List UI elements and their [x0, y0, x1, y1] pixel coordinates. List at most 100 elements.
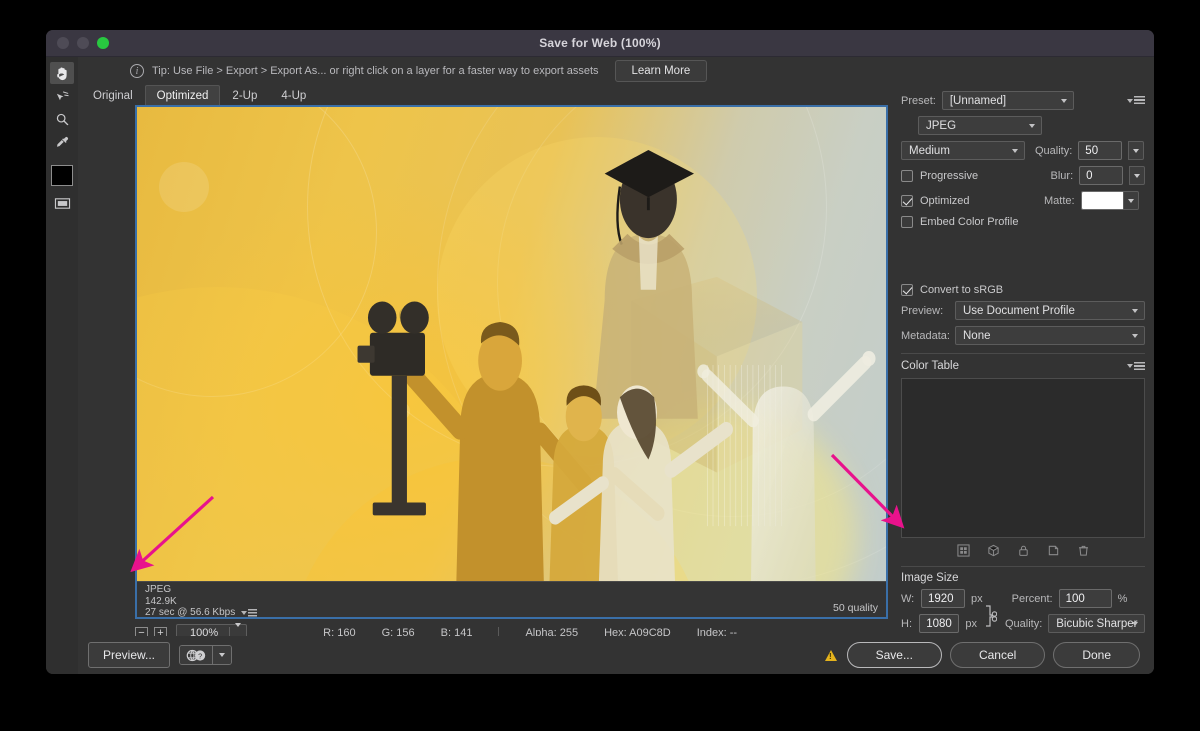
preview-button[interactable]: Preview...	[88, 642, 171, 668]
color-table-menu-icon[interactable]	[1127, 361, 1145, 371]
preview-browser-select[interactable]: ?	[179, 645, 233, 665]
preview-profile-select[interactable]: Use Document Profile	[955, 301, 1145, 320]
delete-color-icon[interactable]	[1077, 544, 1090, 560]
download-speed-menu-icon[interactable]	[241, 608, 258, 617]
foreground-color-swatch[interactable]	[51, 165, 73, 186]
height-label: H:	[901, 617, 912, 630]
toolbox-divider	[46, 154, 78, 162]
preset-select[interactable]: [Unnamed]	[941, 91, 1074, 110]
preview-profile-row: Preview: Use Document Profile	[901, 301, 1145, 320]
done-button[interactable]: Done	[1053, 642, 1140, 668]
width-unit: px	[971, 592, 983, 605]
tab-original[interactable]: Original	[81, 85, 145, 105]
slice-select-icon	[56, 90, 69, 100]
matte-dropdown[interactable]	[1122, 191, 1139, 210]
learn-more-button[interactable]: Learn More	[614, 60, 708, 82]
settings-panel-menu-icon[interactable]	[1127, 96, 1145, 105]
window-titlebar: Save for Web (100%)	[46, 30, 1154, 57]
minimize-window-button[interactable]	[77, 37, 89, 49]
quality-input[interactable]: 50	[1078, 141, 1123, 160]
file-size: 142.9K	[145, 595, 177, 607]
embed-color-profile-checkbox[interactable]	[901, 216, 913, 228]
blur-stepper-dropdown[interactable]	[1129, 166, 1145, 185]
optimized-checkbox[interactable]	[901, 194, 913, 207]
preset-row: Preset: [Unnamed]	[901, 91, 1145, 110]
quality-label: Quality:	[1035, 144, 1073, 157]
save-for-web-window: Save for Web (100%) i Tip: Use File > Ex…	[46, 30, 1154, 674]
blur-label: Blur:	[1050, 169, 1074, 182]
optimized-checkbox-row: Optimized	[901, 194, 1025, 207]
quality-readout: 50 quality	[833, 602, 878, 614]
eyedropper-tool[interactable]	[50, 131, 74, 153]
lock-color-icon[interactable]	[1017, 544, 1030, 560]
tab-4up[interactable]: 4-Up	[269, 85, 318, 105]
progressive-checkbox-row: Progressive	[901, 169, 1025, 182]
quality-stepper-dropdown[interactable]	[1128, 141, 1145, 160]
cancel-button[interactable]: Cancel	[949, 642, 1046, 668]
color-table-title: Color Table	[901, 360, 959, 372]
panel-spacer	[901, 233, 1145, 284]
download-time: 27 sec @ 56.6 Kbps	[145, 607, 236, 619]
warning-icon[interactable]	[824, 649, 837, 661]
zoom-tool[interactable]	[50, 108, 74, 130]
new-color-icon[interactable]	[1047, 544, 1060, 560]
magnifier-icon	[56, 113, 68, 125]
compression-quality-select[interactable]: Medium	[901, 141, 1025, 160]
color-table-header: Color Table	[901, 353, 1145, 372]
traffic-lights	[57, 37, 109, 49]
svg-text:?: ?	[198, 652, 202, 661]
tab-optimized[interactable]: Optimized	[144, 85, 221, 105]
tip-text: Tip: Use File > Export > Export As... or…	[152, 65, 599, 77]
transparency-dither-icon[interactable]	[956, 544, 970, 560]
metadata-label: Metadata:	[901, 329, 950, 342]
optimized-preview-canvas[interactable]: JPEG 142.9K 27 sec @ 56.6 Kbps 50 qualit…	[135, 105, 888, 619]
tab-2up[interactable]: 2-Up	[220, 85, 269, 105]
blur-input[interactable]: 0	[1079, 166, 1124, 185]
percent-input[interactable]: 100	[1058, 589, 1112, 608]
image-size-header: Image Size	[901, 566, 1145, 584]
browser-select-icon: ?	[180, 646, 213, 664]
tip-bar: i Tip: Use File > Export > Export As... …	[46, 57, 1154, 85]
constrain-proportions-toggle[interactable]	[983, 604, 997, 630]
convert-srgb-row: Convert to sRGB	[901, 284, 1145, 296]
progressive-label: Progressive	[920, 169, 979, 182]
toggle-slices-tool[interactable]	[50, 192, 74, 214]
save-button[interactable]: Save...	[846, 642, 942, 668]
dialog-footer: Preview... ? Save... Cancel Done	[78, 636, 1154, 674]
width-label: W:	[901, 592, 915, 605]
progressive-checkbox[interactable]	[901, 169, 913, 182]
percent-label: Percent:	[1011, 592, 1053, 605]
color-table-toolbar	[901, 540, 1145, 564]
preset-label: Preset:	[901, 94, 936, 107]
matte-label: Matte:	[1044, 194, 1075, 207]
embed-color-profile-label: Embed Color Profile	[920, 216, 1019, 228]
convert-to-srgb-checkbox[interactable]	[901, 284, 913, 296]
metadata-select[interactable]: None	[955, 326, 1145, 345]
width-input[interactable]: 1920	[921, 589, 965, 608]
color-table-grid[interactable]	[901, 378, 1145, 538]
web-shift-icon[interactable]	[987, 544, 1000, 560]
compression-quality-row: Medium Quality: 50	[901, 141, 1145, 160]
maximize-window-button[interactable]	[97, 37, 109, 49]
artwork-image	[137, 107, 886, 581]
height-input[interactable]: 1080	[919, 614, 960, 633]
resample-quality-label: Quality:	[1004, 617, 1043, 630]
toggle-slices-icon	[54, 197, 70, 209]
close-window-button[interactable]	[57, 37, 69, 49]
matte-color-swatch[interactable]	[1080, 191, 1123, 210]
desktop-background: Save for Web (100%) i Tip: Use File > Ex…	[0, 0, 1200, 731]
browser-select-chevron-icon	[212, 646, 232, 664]
image-width-row: W: 1920 px Percent: 100 %	[901, 589, 1145, 608]
optimized-status-strip: JPEG 142.9K 27 sec @ 56.6 Kbps 50 qualit…	[137, 581, 886, 617]
preview-area: Original Optimized 2-Up 4-Up JPEG 142.9K…	[78, 85, 892, 674]
progressive-blur-row: Progressive Blur: 0	[901, 166, 1145, 185]
resample-quality-select[interactable]: Bicubic Sharper	[1048, 614, 1145, 633]
image-height-row: H: 1080 px Quality: Bicubic Sharper	[901, 604, 1145, 633]
hand-tool[interactable]	[50, 62, 74, 84]
height-unit: px	[965, 617, 977, 630]
eyedropper-icon	[56, 136, 68, 147]
chain-link-icon	[985, 604, 997, 627]
file-format-select[interactable]: JPEG	[918, 116, 1042, 135]
slice-select-tool[interactable]	[50, 85, 74, 107]
info-icon: i	[130, 64, 144, 78]
